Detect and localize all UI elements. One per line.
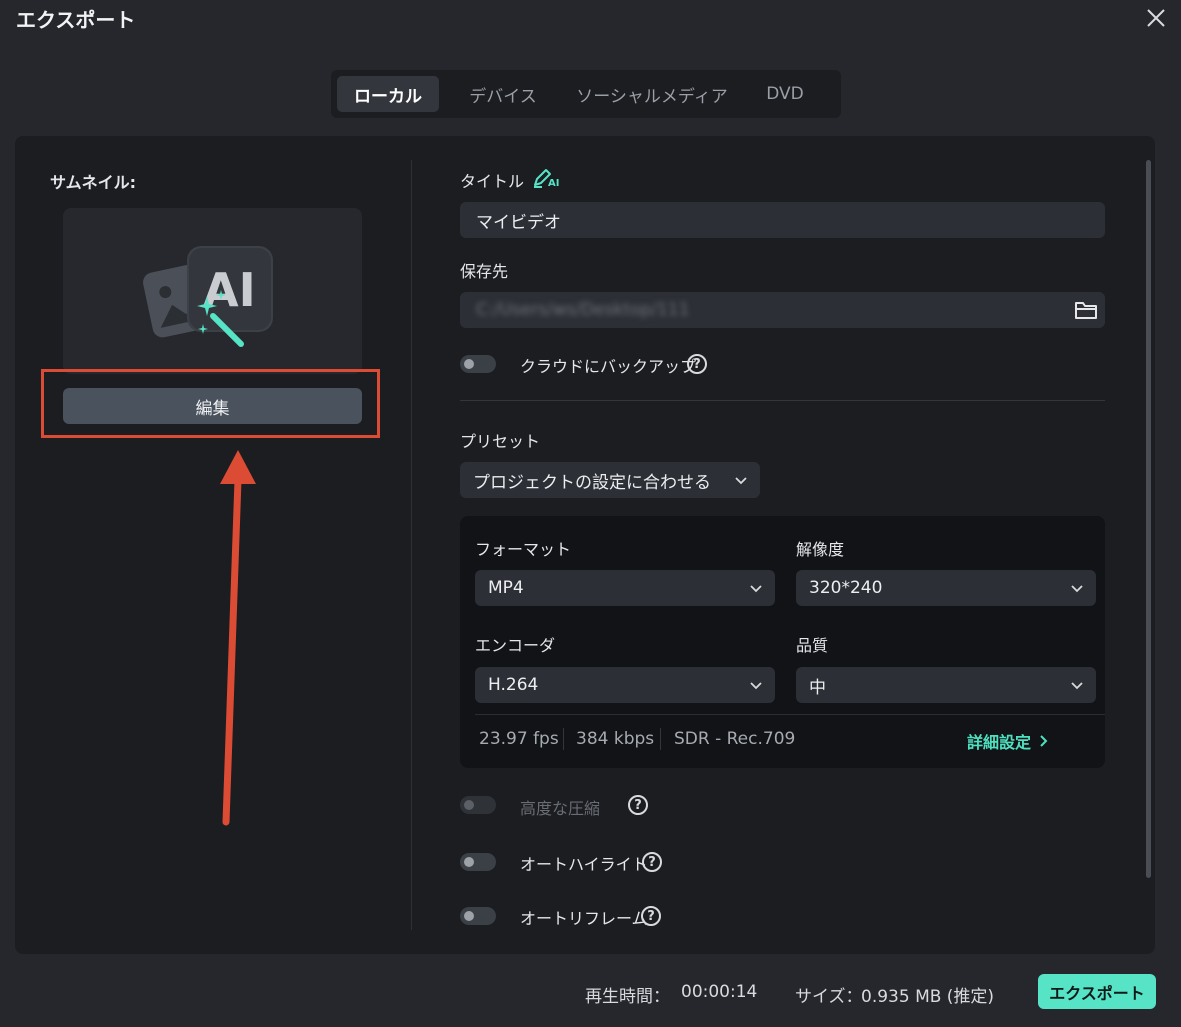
section-divider xyxy=(460,400,1105,401)
save-path-value: C:/Users/ws/Desktop/111 xyxy=(476,300,690,320)
tab-local[interactable]: ローカル xyxy=(337,76,439,112)
auto-reframe-toggle[interactable] xyxy=(460,907,496,925)
close-icon[interactable] xyxy=(1144,6,1168,30)
auto-reframe-help-icon[interactable]: ? xyxy=(641,906,661,926)
advanced-compression-help-icon[interactable]: ? xyxy=(628,795,648,815)
quality-select[interactable]: 中 xyxy=(796,667,1096,703)
bitrate-value: 384 kbps xyxy=(576,729,655,749)
preset-value: プロジェクトの設定に合わせる xyxy=(473,472,711,493)
quality-label: 品質 xyxy=(796,636,829,655)
cloud-backup-toggle[interactable] xyxy=(460,355,496,373)
quality-value: 中 xyxy=(809,677,826,698)
stat-separator xyxy=(660,728,661,750)
annotation-arrow xyxy=(220,450,256,826)
encoder-label: エンコーダ xyxy=(475,636,556,655)
format-select[interactable]: MP4 xyxy=(475,570,775,606)
settings-scrollbar[interactable] xyxy=(1146,160,1151,878)
color-space-value: SDR - Rec.709 xyxy=(674,729,796,749)
chevron-right-icon xyxy=(1040,735,1048,747)
format-value: MP4 xyxy=(488,578,524,598)
advanced-settings-label: 詳細設定 xyxy=(967,733,1032,752)
chevron-down-icon xyxy=(1071,682,1083,690)
cloud-backup-label: クラウドにバックアップ xyxy=(520,357,697,376)
size-value: 0.935 MB (推定) xyxy=(861,987,995,1007)
ai-badge: AI xyxy=(548,178,559,189)
chevron-down-icon xyxy=(750,585,762,593)
ai-image-magic-icon: AI xyxy=(143,246,273,347)
duration-label: 再生時間： xyxy=(585,987,670,1007)
thumbnail-label: サムネイル: xyxy=(50,173,137,192)
save-path-field[interactable]: C:/Users/ws/Desktop/111 xyxy=(460,292,1105,328)
size-label: サイズ： xyxy=(795,987,863,1007)
tab-social-media[interactable]: ソーシャルメディア xyxy=(567,76,737,112)
ai-pen-icon[interactable]: AI xyxy=(532,166,562,190)
save-path-label: 保存先 xyxy=(460,262,509,281)
tab-device[interactable]: デバイス xyxy=(439,76,567,112)
preset-select[interactable]: プロジェクトの設定に合わせる xyxy=(460,462,760,498)
title-input[interactable]: マイビデオ xyxy=(460,202,1105,238)
panel-divider xyxy=(411,160,412,930)
format-label: フォーマット xyxy=(475,540,572,559)
preset-label: プリセット xyxy=(460,432,541,451)
advanced-compression-label: 高度な圧縮 xyxy=(520,799,601,818)
auto-highlight-help-icon[interactable]: ? xyxy=(642,852,662,872)
encoder-select[interactable]: H.264 xyxy=(475,667,775,703)
auto-highlight-label: オートハイライト xyxy=(520,855,648,874)
export-button[interactable]: エクスポート xyxy=(1038,974,1156,1009)
chevron-down-icon xyxy=(1071,585,1083,593)
card-divider xyxy=(475,714,1105,715)
advanced-compression-toggle[interactable] xyxy=(460,796,496,814)
svg-text:AI: AI xyxy=(203,263,256,317)
window-title: エクスポート xyxy=(16,8,136,32)
export-tabs: ローカル デバイス ソーシャルメディア DVD xyxy=(331,70,841,118)
auto-reframe-label: オートリフレーム xyxy=(520,909,648,928)
tab-dvd[interactable]: DVD xyxy=(737,76,833,112)
chevron-down-icon xyxy=(735,477,747,485)
duration-value: 00:00:14 xyxy=(681,982,758,1002)
encoder-value: H.264 xyxy=(488,675,539,695)
auto-highlight-toggle[interactable] xyxy=(460,853,496,871)
stat-separator xyxy=(563,728,564,750)
advanced-settings-link[interactable]: 詳細設定 xyxy=(967,729,1049,753)
thumbnail-preview: AI xyxy=(63,208,362,374)
resolution-value: 320*240 xyxy=(809,578,883,598)
cloud-backup-help-icon[interactable]: ? xyxy=(687,354,707,374)
resolution-select[interactable]: 320*240 xyxy=(796,570,1096,606)
chevron-down-icon xyxy=(750,682,762,690)
resolution-label: 解像度 xyxy=(796,540,845,559)
annotation-highlight-box xyxy=(41,369,380,438)
folder-icon[interactable] xyxy=(1074,299,1098,321)
fps-value: 23.97 fps xyxy=(479,729,559,749)
title-label: タイトル xyxy=(460,172,525,191)
